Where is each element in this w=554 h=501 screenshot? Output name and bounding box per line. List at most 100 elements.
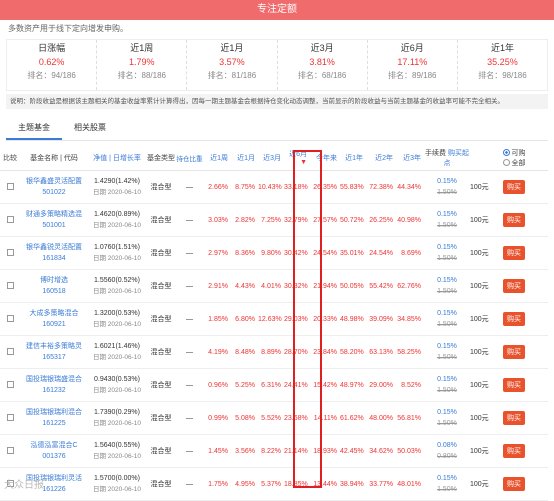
radio-icon — [502, 159, 510, 167]
stat-label: 近1月 — [220, 43, 244, 53]
ret-3m: 12.63% — [258, 315, 282, 323]
fund-code[interactable]: 001376 — [20, 451, 88, 462]
compare-checkbox[interactable] — [6, 182, 14, 190]
table-row: 国投瑞银瑞利灵活 161226 1.5700(0.00%) 日期 2020-06-1… — [0, 468, 548, 501]
buy-button[interactable]: 购买 — [503, 213, 525, 227]
tab-theme-funds[interactable]: 主题基金 — [6, 115, 62, 140]
nav-date: 日期 2020-06-10 — [92, 255, 142, 262]
buy-button[interactable]: 购买 — [503, 180, 525, 194]
fund-code[interactable]: 501022 — [20, 187, 88, 198]
compare-checkbox[interactable] — [6, 413, 14, 421]
ret-3m: 5.37% — [261, 480, 281, 488]
fee-original: 1.50% — [437, 222, 457, 229]
stat-3m: 近3月 3.81% 排名：68/186 — [278, 40, 368, 90]
fee-rate: 0.15% — [437, 244, 457, 251]
fund-code[interactable]: 161232 — [20, 385, 88, 396]
stat-label: 近1年 — [490, 43, 514, 53]
compare-checkbox[interactable] — [6, 446, 14, 454]
buy-button[interactable]: 购买 — [503, 345, 525, 359]
col-min-label[interactable]: 购买起点 — [444, 150, 469, 167]
col-name[interactable]: 基金名称 | 代码 — [20, 153, 88, 163]
ret-1w: 4.19% — [208, 348, 228, 356]
min-buy: 100元 — [470, 448, 489, 455]
buy-button[interactable]: 购买 — [503, 312, 525, 326]
fund-name[interactable]: 国投瑞银瑞利混合 — [20, 407, 88, 418]
fund-hold: — — [186, 414, 193, 422]
ret-2y: 26.25% — [369, 216, 393, 224]
fund-name[interactable]: 国投瑞银瑞盛混合 — [20, 374, 88, 385]
buy-button[interactable]: 购买 — [503, 444, 525, 458]
col-1w[interactable]: 近1周 — [203, 153, 231, 163]
fee-original: 1.50% — [437, 288, 457, 295]
min-buy: 100元 — [470, 283, 489, 290]
fund-type: 混合型 — [150, 415, 172, 422]
fund-name[interactable]: 财通多策略精选混 — [20, 209, 88, 220]
fund-name[interactable]: 泓德泓富混合C — [20, 440, 88, 451]
ret-3y: 40.98% — [397, 216, 421, 224]
ret-3y: 48.01% — [397, 480, 421, 488]
compare-checkbox[interactable] — [6, 281, 14, 289]
stat-pct: 1.79% — [128, 57, 155, 67]
fee-original: 1.50% — [437, 486, 457, 493]
ret-2y: 39.09% — [369, 315, 393, 323]
fund-type: 混合型 — [150, 250, 172, 257]
fee-rate: 0.08% — [437, 442, 457, 449]
fund-code[interactable]: 161834 — [20, 253, 88, 264]
fund-name[interactable]: 大成多策略混合 — [20, 308, 88, 319]
min-buy: 100元 — [470, 184, 489, 191]
fund-code[interactable]: 165317 — [20, 352, 88, 363]
col-3y[interactable]: 近3年 — [396, 153, 424, 163]
col-fee: 手续费 购买起点 — [424, 148, 470, 168]
fund-hold: — — [186, 381, 193, 389]
ret-3y: 50.03% — [397, 447, 421, 455]
buy-button[interactable]: 购买 — [503, 378, 525, 392]
min-buy: 100元 — [470, 316, 489, 323]
buy-button[interactable]: 购买 — [503, 246, 525, 260]
fund-name[interactable]: 银华鑫盛灵活配置 — [20, 176, 88, 187]
ret-3y: 58.25% — [397, 348, 421, 356]
compare-checkbox[interactable] — [6, 380, 14, 388]
fund-name[interactable]: 建信丰裕多策略灵 — [20, 341, 88, 352]
ret-1y: 48.97% — [340, 381, 364, 389]
buy-button[interactable]: 购买 — [503, 477, 525, 491]
fund-name[interactable]: 博时增选 — [20, 275, 88, 286]
ret-2y: 33.77% — [369, 480, 393, 488]
fee-rate: 0.15% — [437, 343, 457, 350]
filter-all-label: 全部 — [511, 159, 526, 167]
filter-all[interactable]: 全部 — [500, 158, 528, 168]
fund-table-body: 银华鑫盛灵活配置 501022 1.4290(1.42%) 日期 2020-06-1… — [0, 171, 554, 501]
buy-button[interactable]: 购买 — [503, 279, 525, 293]
ret-1m: 6.80% — [235, 315, 255, 323]
col-hold[interactable]: 持仓比重 — [176, 153, 203, 163]
col-1y[interactable]: 近1年 — [340, 153, 366, 163]
notice-text: 多数资产用于线下定向增发申购。 — [8, 24, 128, 33]
stat-pct: 3.57% — [219, 57, 245, 67]
col-2y[interactable]: 近2年 — [366, 153, 396, 163]
fund-type: 混合型 — [150, 448, 172, 455]
tab-related-stocks[interactable]: 相关股票 — [62, 115, 118, 140]
fund-code[interactable]: 501001 — [20, 220, 88, 231]
fund-code[interactable]: 161225 — [20, 418, 88, 429]
fund-code[interactable]: 160921 — [20, 319, 88, 330]
fund-hold: — — [186, 216, 193, 224]
compare-checkbox[interactable] — [6, 314, 14, 322]
buy-button[interactable]: 购买 — [503, 411, 525, 425]
ret-3m: 9.80% — [261, 249, 281, 257]
nav-date: 日期 2020-06-10 — [92, 354, 142, 361]
fund-name[interactable]: 银华鑫锐灵活配置 — [20, 242, 88, 253]
ret-1w: 2.66% — [208, 183, 228, 191]
fee-original: 1.50% — [437, 387, 457, 394]
stat-label: 近6月 — [400, 43, 424, 53]
col-nav[interactable]: 净值 | 日增长率 — [88, 153, 146, 163]
col-3m[interactable]: 近3月 — [258, 153, 284, 163]
fund-nav: 1.7390(0.29%) — [94, 409, 140, 416]
min-buy: 100元 — [470, 250, 489, 257]
compare-checkbox[interactable] — [6, 215, 14, 223]
filter-available[interactable]: 可购 — [500, 148, 528, 158]
compare-checkbox[interactable] — [6, 248, 14, 256]
compare-checkbox[interactable] — [6, 347, 14, 355]
nav-date: 日期 2020-06-10 — [92, 288, 142, 295]
fund-hold: — — [186, 447, 193, 455]
col-1m[interactable]: 近1月 — [231, 153, 258, 163]
fund-code[interactable]: 160518 — [20, 286, 88, 297]
